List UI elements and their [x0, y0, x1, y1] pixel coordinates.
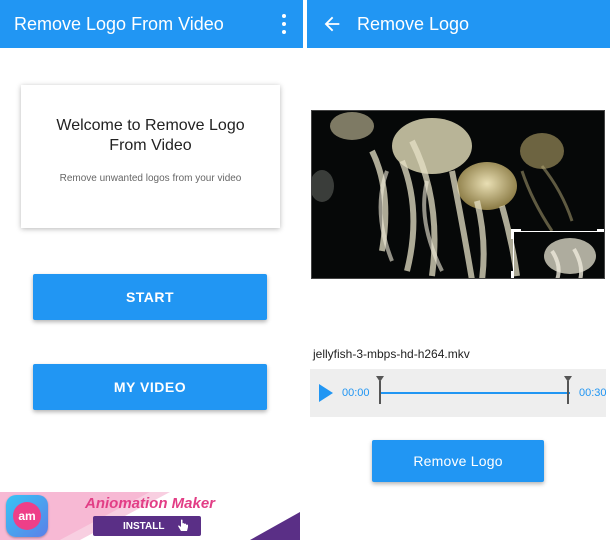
ad-app-logo[interactable]: am: [6, 495, 48, 537]
back-arrow-icon[interactable]: [321, 13, 343, 35]
right-app-title: Remove Logo: [357, 13, 470, 34]
welcome-title: Welcome to Remove Logo From Video: [56, 117, 245, 154]
video-file-name: jellyfish-3-mbps-hd-h264.mkv: [313, 347, 470, 361]
selection-corner-bottom-left[interactable]: [511, 271, 521, 278]
my-video-button[interactable]: MY VIDEO: [33, 364, 267, 410]
logo-selection-box[interactable]: [511, 229, 604, 278]
trim-track[interactable]: [380, 392, 570, 394]
start-button[interactable]: START: [33, 274, 267, 320]
video-preview[interactable]: [311, 110, 605, 279]
overflow-menu-icon[interactable]: [279, 14, 289, 34]
remove-logo-button[interactable]: Remove Logo: [372, 440, 544, 482]
ad-install-label: INSTALL: [123, 520, 165, 532]
hand-pointer-icon: [178, 519, 188, 531]
time-start: 00:00: [342, 387, 370, 399]
trim-handle-end[interactable]: [564, 376, 572, 404]
screen-divider: [303, 0, 307, 540]
ad-logo-text: am: [13, 502, 41, 530]
selection-corner-top-left[interactable]: [511, 229, 521, 239]
left-app-title: Remove Logo From Video: [14, 13, 224, 34]
trim-handle-start[interactable]: [376, 376, 384, 404]
ad-banner[interactable]: am Aniomation Maker INSTALL: [0, 492, 300, 540]
right-app-bar: Remove Logo: [307, 0, 610, 48]
selection-corner-top-right[interactable]: [597, 229, 604, 239]
welcome-card: Welcome to Remove Logo From Video Remove…: [21, 85, 280, 228]
ad-app-name: Aniomation Maker: [85, 495, 216, 512]
welcome-subtitle: Remove unwanted logos from your video: [59, 173, 242, 184]
play-icon[interactable]: [319, 384, 333, 402]
left-app-bar: Remove Logo From Video: [0, 0, 303, 48]
time-end: 00:30: [579, 387, 607, 399]
video-trim-player: 00:00 00:30: [310, 369, 607, 417]
ad-install-button[interactable]: INSTALL: [93, 516, 201, 536]
